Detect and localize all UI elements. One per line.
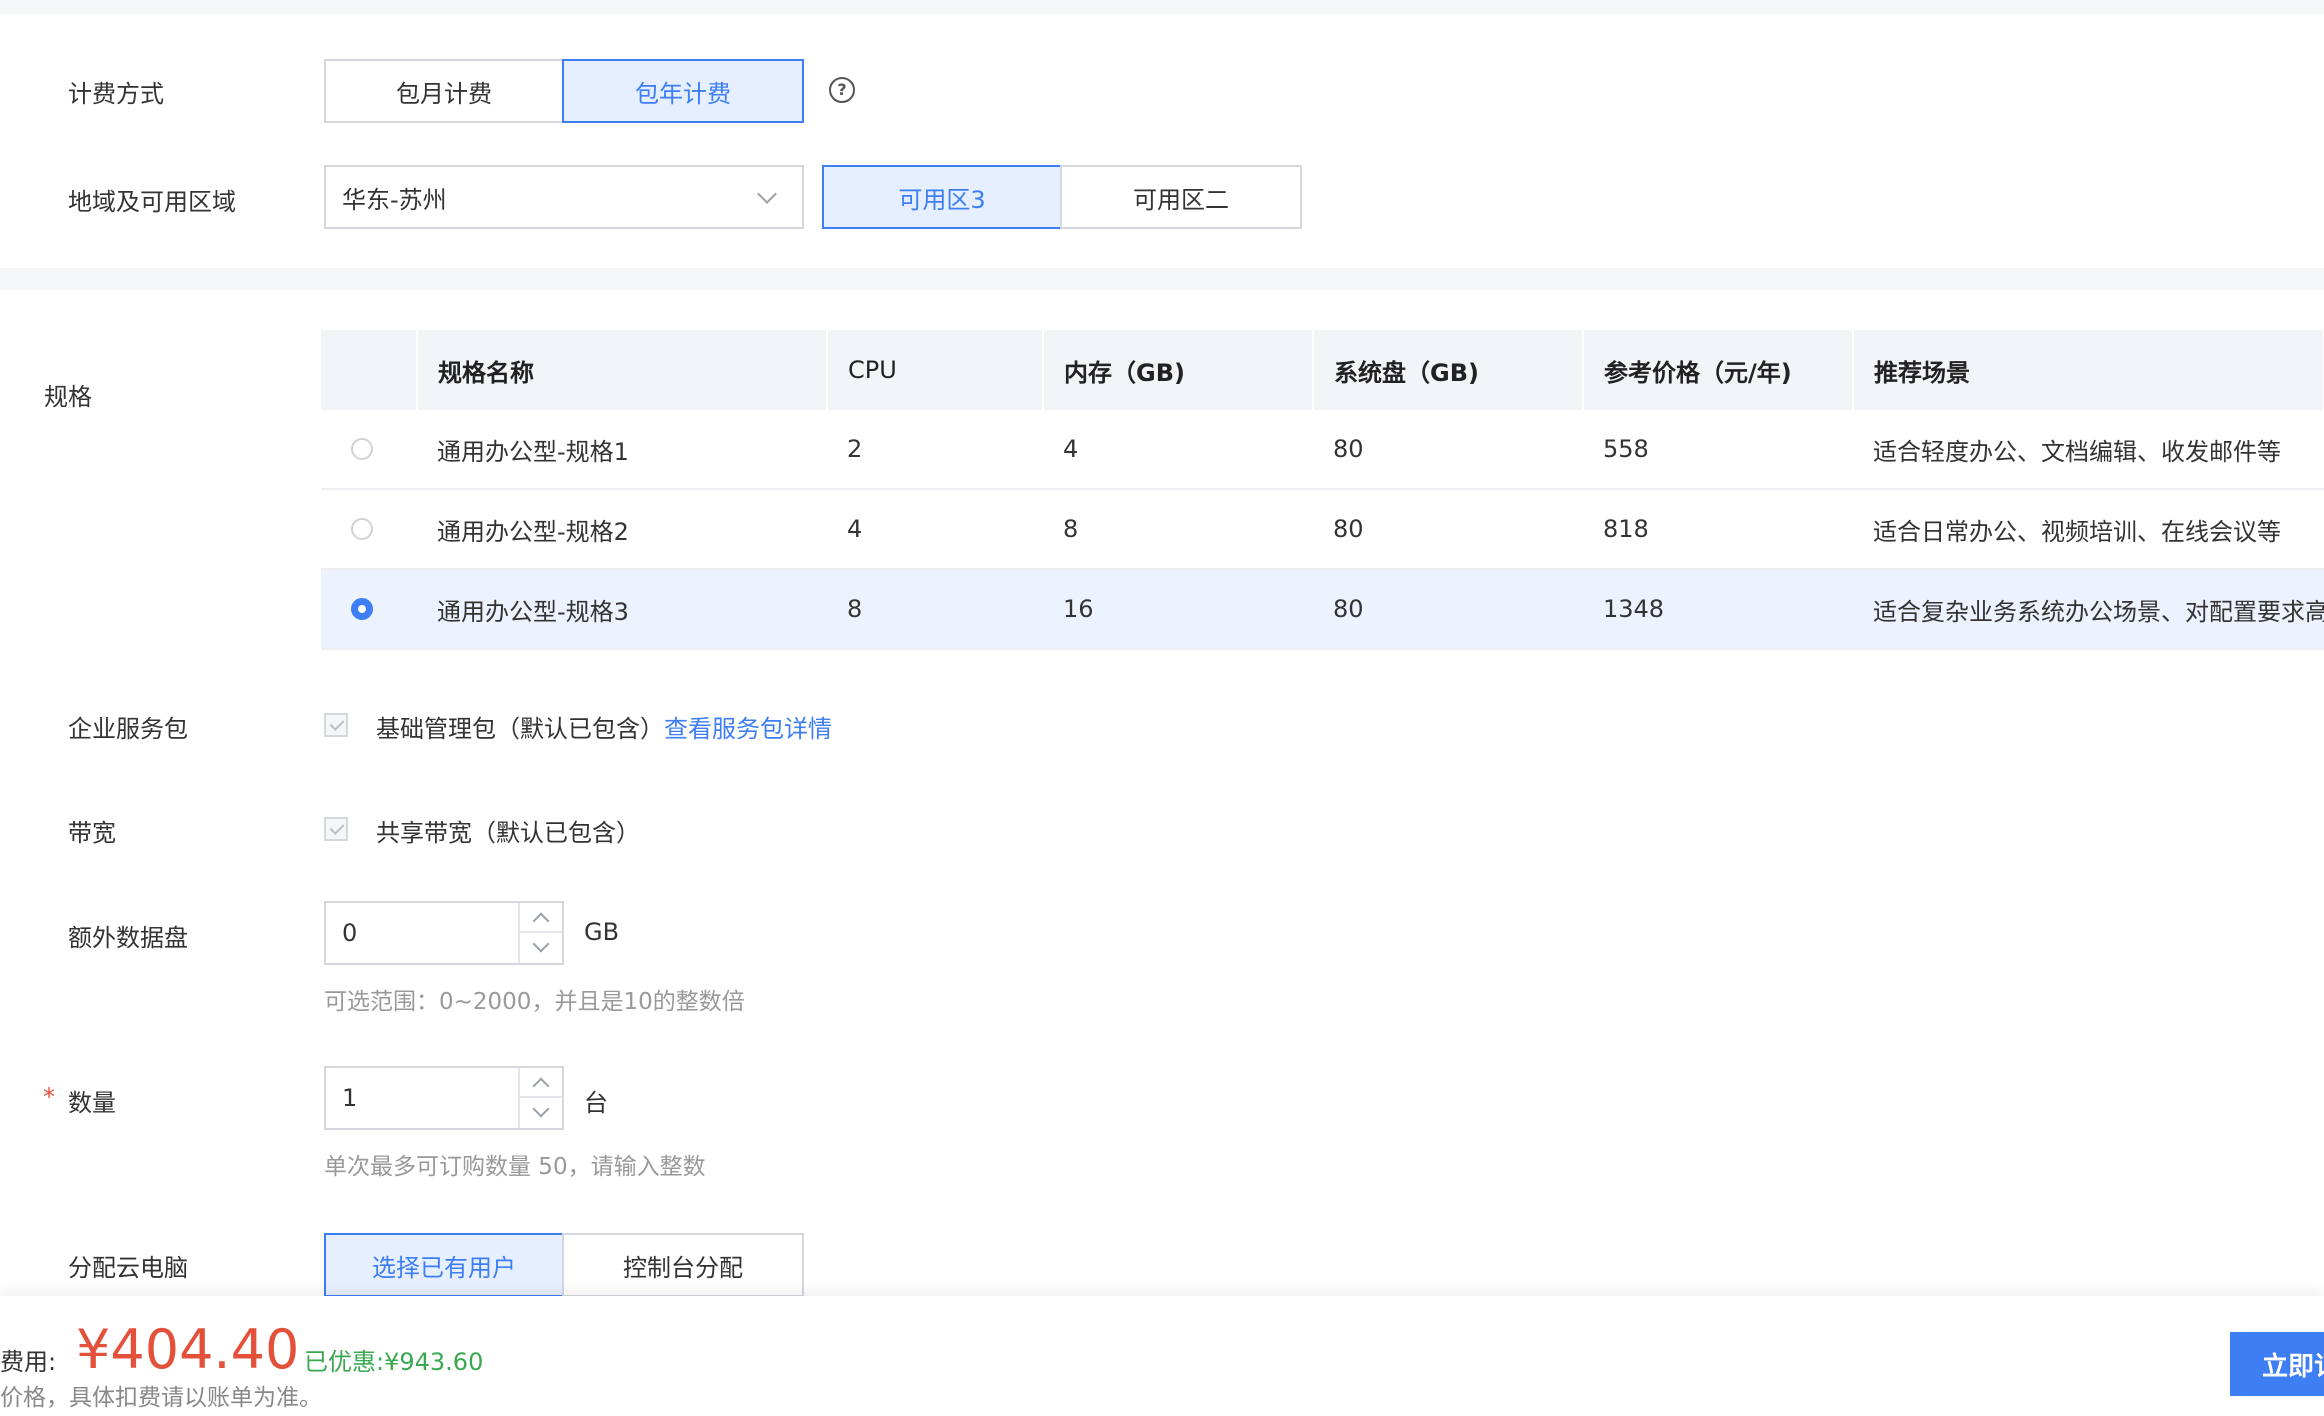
zone-2-button[interactable]: 可用区二 — [1060, 165, 1302, 229]
quantity-unit: 台 — [584, 1089, 608, 1117]
spec-radio[interactable] — [351, 518, 373, 540]
region-select[interactable]: 华东-苏州 — [324, 165, 804, 229]
table-row[interactable]: 通用办公型-规格1 2 4 80 558 适合轻度办公、文档编辑、收发邮件等 — [321, 410, 2324, 490]
spec-price: 558 — [1583, 410, 1853, 490]
spec-price: 1348 — [1583, 569, 1853, 650]
decrement-button[interactable] — [520, 1098, 562, 1128]
discount-value: ¥943.60 — [384, 1348, 484, 1376]
chevron-down-icon — [532, 935, 550, 953]
column-header-disk: 系统盘（GB) — [1313, 330, 1584, 410]
spec-radio-selected[interactable] — [351, 598, 373, 620]
spec-scene: 适合轻度办公、文档编辑、收发邮件等 — [1853, 410, 2324, 490]
column-header-memory: 内存（GB) — [1043, 330, 1314, 410]
spec-memory: 4 — [1043, 410, 1313, 490]
spec-radio[interactable] — [351, 438, 373, 460]
spec-label: 规格 — [44, 383, 92, 411]
chevron-down-icon — [757, 184, 777, 204]
data-disk-hint: 可选范围：0~2000，并且是10的整数倍 — [324, 989, 745, 1015]
table-row-selected[interactable]: 通用办公型-规格3 8 16 80 1348 适合复杂业务系统办公场景、对配置要… — [321, 569, 2324, 650]
quantity-value[interactable]: 1 — [342, 1068, 357, 1128]
price-note: 价格，具体扣费请以账单为准。 — [0, 1385, 322, 1411]
service-pack-detail-link[interactable]: 查看服务包详情 — [664, 715, 832, 743]
spec-memory: 16 — [1043, 569, 1313, 650]
service-pack-text: 基础管理包（默认已包含） — [376, 715, 664, 743]
chevron-down-icon — [532, 1100, 550, 1118]
spec-table-header: 规格名称 CPU 内存（GB) 系统盘（GB) 参考价格（元/年) 推荐场景 — [321, 330, 2324, 410]
spec-disk: 80 — [1313, 410, 1583, 490]
chevron-up-icon — [532, 1077, 550, 1095]
column-header-name: 规格名称 — [417, 330, 828, 410]
spec-cpu: 4 — [827, 489, 1043, 570]
quantity-stepper[interactable]: 1 — [324, 1066, 564, 1130]
increment-button[interactable] — [520, 1068, 562, 1098]
spec-scene: 适合复杂业务系统办公场景、对配置要求高 — [1853, 569, 2324, 650]
spec-name: 通用办公型-规格2 — [417, 489, 827, 570]
column-header-scene: 推荐场景 — [1853, 330, 2324, 410]
service-pack-checkbox — [324, 713, 348, 737]
bandwidth-text: 共享带宽（默认已包含） — [376, 819, 640, 847]
table-row[interactable]: 通用办公型-规格2 4 8 80 818 适合日常办公、视频培训、在线会议等 — [321, 489, 2324, 570]
discount-label: 已优惠: — [304, 1348, 385, 1376]
bandwidth-checkbox — [324, 817, 348, 841]
billing-yearly-button[interactable]: 包年计费 — [562, 59, 804, 123]
spec-name: 通用办公型-规格1 — [417, 410, 827, 490]
order-now-button[interactable]: 立即订 — [2230, 1332, 2324, 1396]
spec-disk: 80 — [1313, 489, 1583, 570]
decrement-button[interactable] — [520, 933, 562, 963]
region-label: 地域及可用区域 — [68, 188, 236, 216]
zone-3-button[interactable]: 可用区3 — [822, 165, 1062, 229]
quantity-label: * 数量 — [43, 1083, 116, 1118]
data-disk-stepper[interactable]: 0 — [324, 901, 564, 965]
service-pack-label: 企业服务包 — [68, 715, 188, 743]
quantity-hint: 单次最多可订购数量 50，请输入整数 — [324, 1154, 706, 1180]
assign-label: 分配云电脑 — [68, 1254, 188, 1282]
spec-cpu: 8 — [827, 569, 1043, 650]
assign-existing-user-button[interactable]: 选择已有用户 — [324, 1233, 564, 1297]
spec-scene: 适合日常办公、视频培训、在线会议等 — [1853, 489, 2324, 570]
spec-cpu: 2 — [827, 410, 1043, 490]
column-header-cpu: CPU — [827, 330, 1044, 410]
spec-memory: 8 — [1043, 489, 1313, 570]
column-header-select — [321, 330, 418, 410]
spec-table: 规格名称 CPU 内存（GB) 系统盘（GB) 参考价格（元/年) 推荐场景 通… — [321, 330, 2324, 650]
discount-info: 已优惠:¥943.60 — [304, 1342, 483, 1377]
order-footer: 费用: ¥404.40 已优惠:¥943.60 价格，具体扣费请以账单为准。 立… — [0, 1296, 2324, 1416]
question-circle-icon[interactable]: ? — [829, 77, 855, 103]
data-disk-unit: GB — [584, 918, 620, 946]
data-disk-value[interactable]: 0 — [342, 903, 357, 963]
chevron-up-icon — [532, 912, 550, 930]
assign-console-button[interactable]: 控制台分配 — [562, 1233, 804, 1297]
billing-label: 计费方式 — [68, 80, 164, 108]
billing-monthly-button[interactable]: 包月计费 — [324, 59, 564, 123]
spec-name: 通用办公型-规格3 — [417, 569, 827, 650]
bandwidth-label: 带宽 — [68, 819, 116, 847]
required-mark: * — [43, 1083, 55, 1111]
column-header-price: 参考价格（元/年) — [1583, 330, 1854, 410]
quantity-label-text: 数量 — [68, 1089, 116, 1117]
spec-disk: 80 — [1313, 569, 1583, 650]
region-select-value: 华东-苏州 — [342, 185, 447, 214]
spec-price: 818 — [1583, 489, 1853, 570]
data-disk-label: 额外数据盘 — [68, 924, 188, 952]
fee-label: 费用: — [0, 1348, 57, 1376]
top-divider-band — [0, 0, 2324, 14]
section-divider-band — [0, 268, 2324, 290]
total-price: ¥404.40 — [76, 1318, 300, 1381]
increment-button[interactable] — [520, 903, 562, 933]
